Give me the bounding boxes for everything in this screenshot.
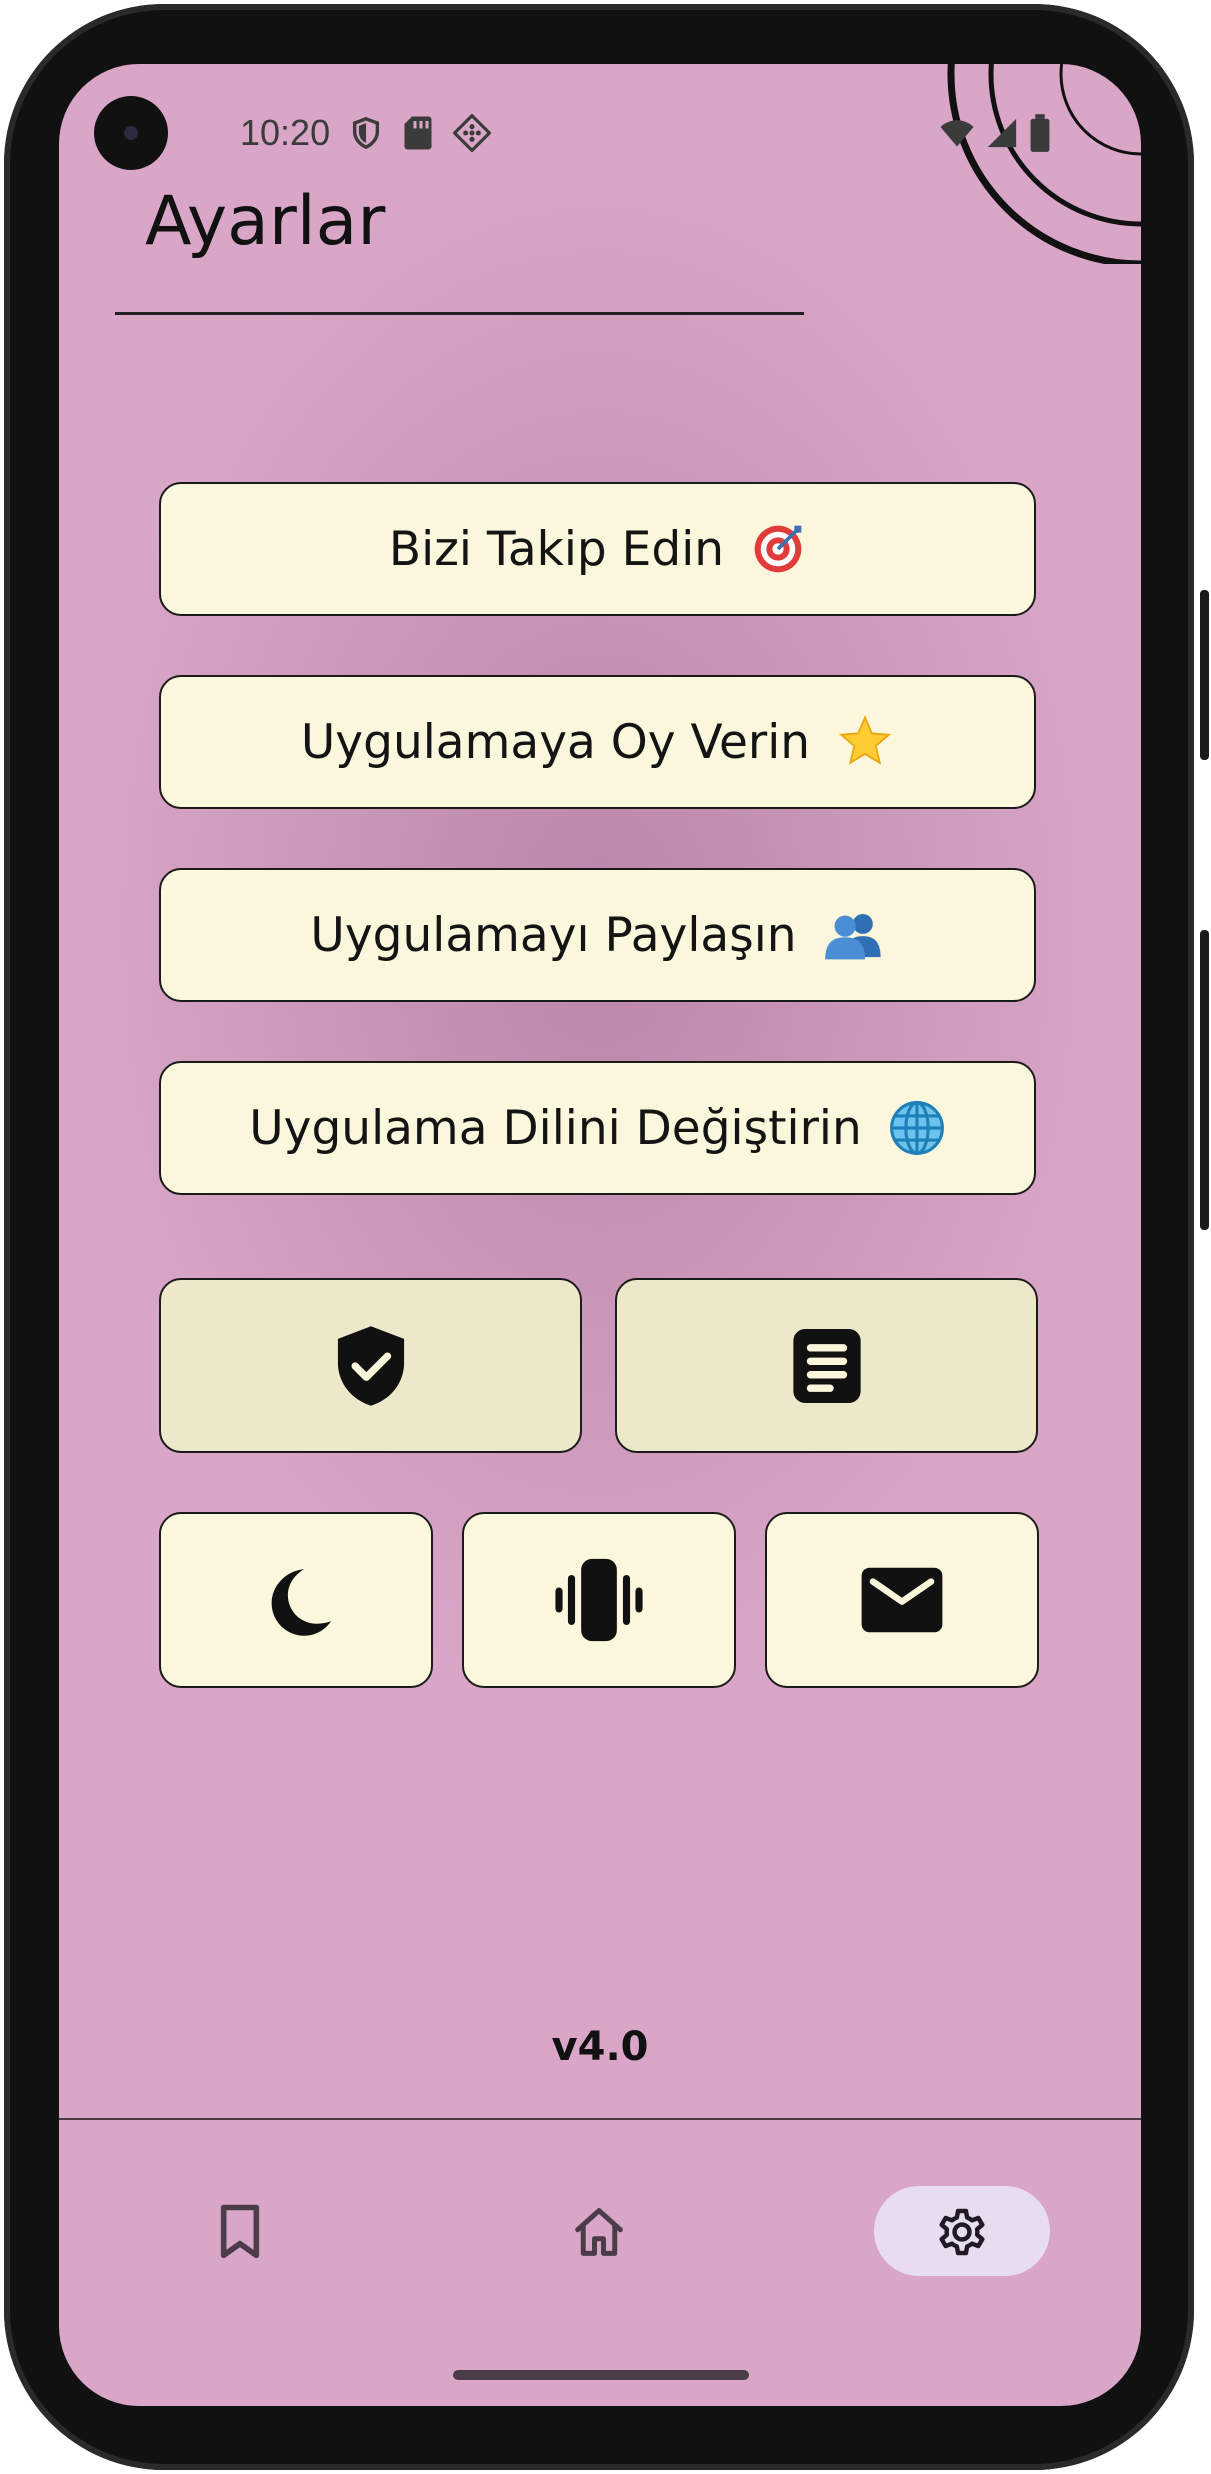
title-divider bbox=[115, 312, 804, 315]
people-icon bbox=[823, 907, 885, 963]
terms-document-button[interactable] bbox=[615, 1278, 1038, 1453]
target-icon bbox=[750, 521, 806, 577]
change-language-label: Uygulama Dilini Değiştirin bbox=[249, 1100, 862, 1156]
document-icon bbox=[792, 1328, 861, 1403]
page-title: Ayarlar bbox=[145, 182, 386, 261]
battery-icon bbox=[1030, 114, 1050, 152]
change-language-button[interactable]: Uygulama Dilini Değiştirin bbox=[159, 1061, 1036, 1195]
shield-icon bbox=[352, 117, 380, 150]
share-app-button[interactable]: Uygulamayı Paylaşın bbox=[159, 868, 1036, 1002]
corner-decoration bbox=[947, 64, 1141, 264]
follow-us-label: Bizi Takip Edin bbox=[388, 521, 725, 577]
sd-card-icon bbox=[404, 116, 432, 150]
globe-icon bbox=[888, 1099, 946, 1157]
front-camera bbox=[94, 96, 168, 170]
bottom-nav-divider bbox=[59, 2118, 1141, 2120]
settings-gear-icon bbox=[939, 2208, 985, 2256]
power-button bbox=[1200, 930, 1209, 1230]
status-icons-right bbox=[939, 114, 1051, 152]
device-frame: 10:20 Ayarlar Bizi Takip Edin Uygulamaya… bbox=[0, 0, 1211, 2474]
moon-icon bbox=[271, 1569, 332, 1636]
mail-icon bbox=[861, 1567, 943, 1633]
nav-settings[interactable] bbox=[922, 2187, 1002, 2277]
diamond-grid-icon bbox=[453, 114, 491, 152]
wifi-icon bbox=[940, 120, 974, 147]
nav-home[interactable] bbox=[559, 2187, 639, 2277]
vibrate-icon bbox=[555, 1558, 643, 1642]
app-version: v4.0 bbox=[551, 2024, 649, 2070]
status-icons-left bbox=[349, 114, 491, 152]
app-screen: 10:20 Ayarlar Bizi Takip Edin Uygulamaya… bbox=[59, 64, 1141, 2406]
bookmark-icon bbox=[220, 2204, 260, 2259]
share-app-label: Uygulamayı Paylaşın bbox=[310, 907, 797, 963]
rate-app-label: Uygulamaya Oy Verin bbox=[300, 714, 811, 770]
follow-us-button[interactable]: Bizi Takip Edin bbox=[159, 482, 1036, 616]
signal-icon bbox=[987, 118, 1017, 148]
rate-app-button[interactable]: Uygulamaya Oy Verin bbox=[159, 675, 1036, 809]
shield-check-icon bbox=[337, 1325, 404, 1406]
contact-mail-button[interactable] bbox=[765, 1512, 1039, 1688]
volume-button bbox=[1200, 590, 1209, 760]
gesture-handle[interactable] bbox=[453, 2370, 749, 2380]
status-time: 10:20 bbox=[240, 112, 331, 153]
dark-mode-button[interactable] bbox=[159, 1512, 433, 1688]
nav-bookmarks[interactable] bbox=[200, 2187, 280, 2277]
star-icon bbox=[836, 714, 894, 770]
vibration-button[interactable] bbox=[462, 1512, 736, 1688]
privacy-policy-button[interactable] bbox=[159, 1278, 582, 1453]
home-icon bbox=[575, 2208, 623, 2256]
